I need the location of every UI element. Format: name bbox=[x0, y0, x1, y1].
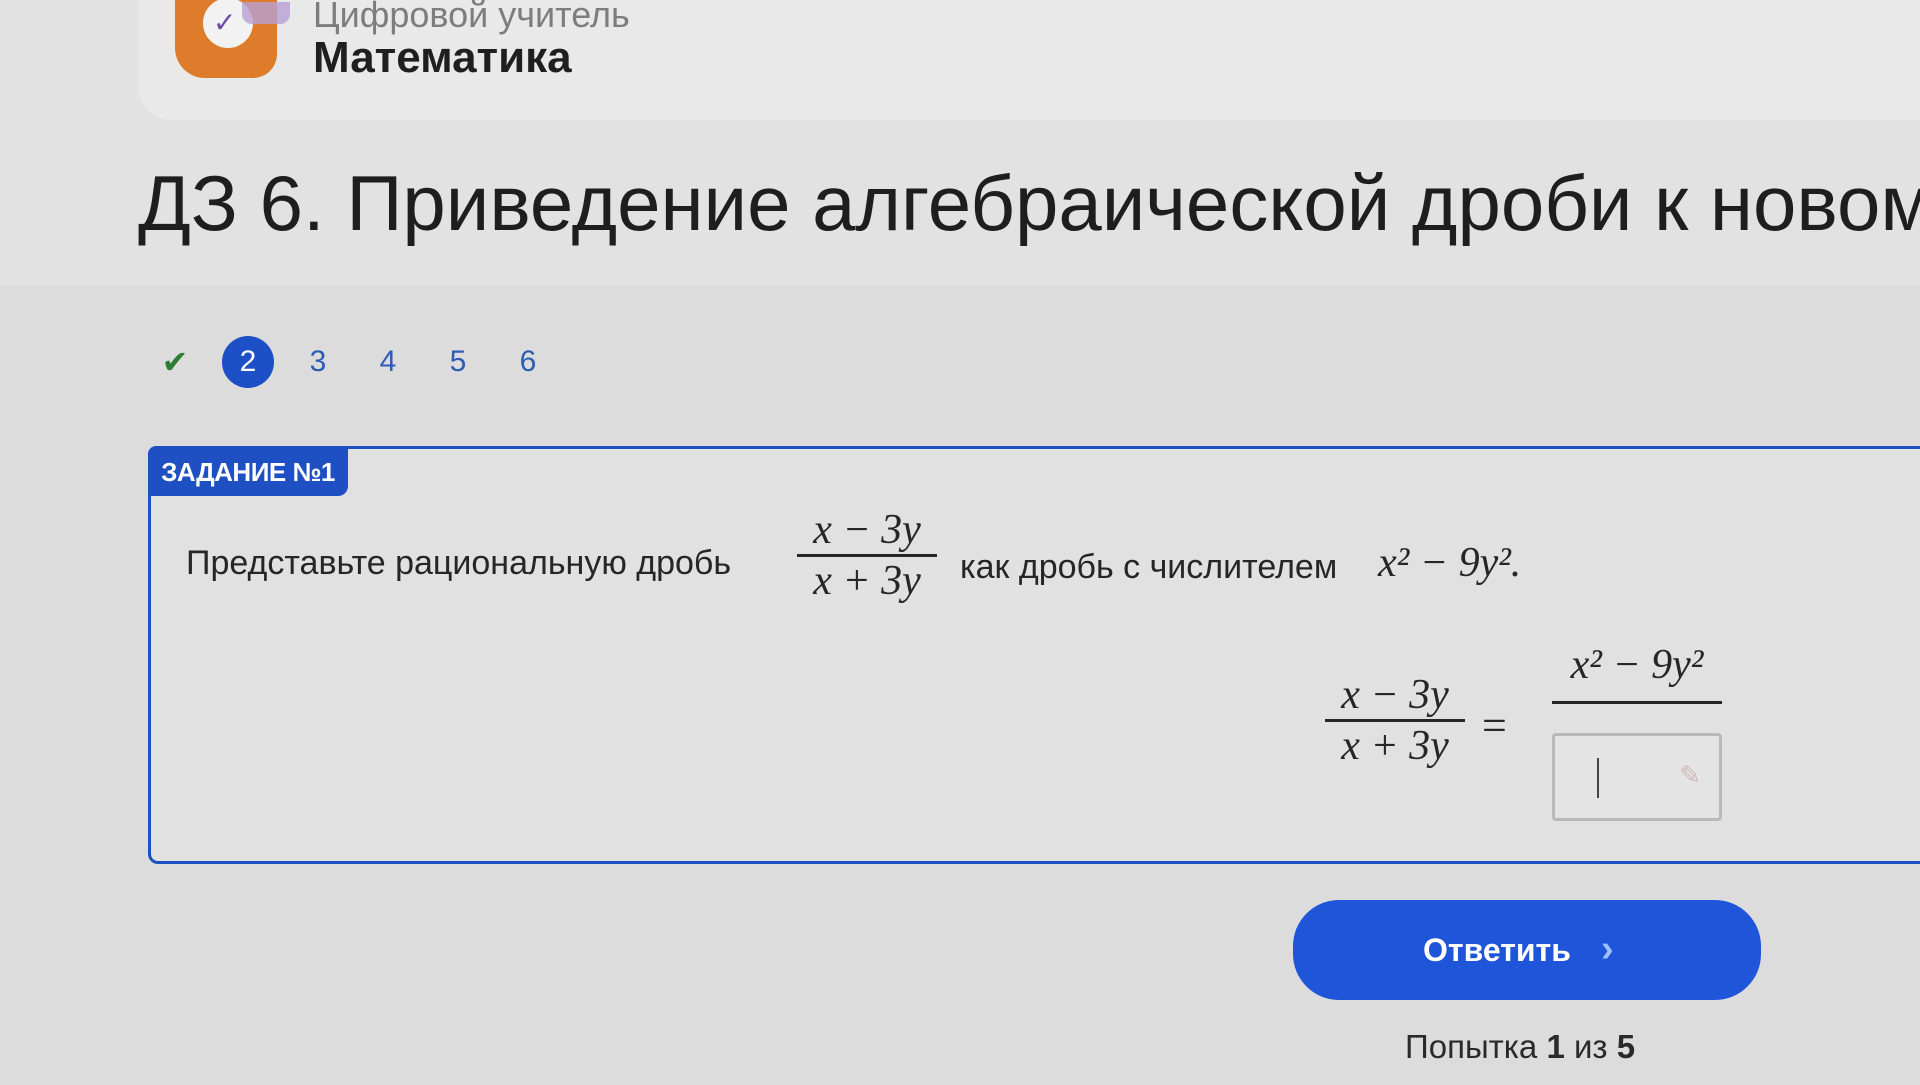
step-completed-check-icon[interactable]: ✔ bbox=[150, 336, 200, 388]
equation-right-numerator: x² − 9y² bbox=[1570, 642, 1704, 688]
step-3[interactable]: 3 bbox=[292, 336, 344, 388]
equation-left-fraction: x − 3y x + 3y bbox=[1325, 671, 1465, 770]
submit-answer-button[interactable]: Ответить › bbox=[1293, 900, 1761, 1000]
text-caret bbox=[1597, 758, 1599, 798]
step-4[interactable]: 4 bbox=[362, 336, 414, 388]
attempts-prefix: Попытка bbox=[1405, 1028, 1538, 1065]
task-prompt-middle: как дробь с числителем bbox=[960, 548, 1338, 586]
equals-sign: = bbox=[1482, 701, 1507, 750]
target-numerator: x² − 9y². bbox=[1378, 540, 1522, 586]
equation-left-numerator: x − 3y bbox=[1341, 672, 1449, 718]
logo-check-icon: ✓ bbox=[213, 7, 237, 38]
task-fraction-denominator: x + 3y bbox=[813, 558, 921, 604]
page-title: ДЗ 6. Приведение алгебраической дроби к … bbox=[138, 159, 1920, 247]
input-formula-icon[interactable]: ✎ bbox=[1679, 760, 1701, 791]
equation-right-fraction: x² − 9y² bbox=[1552, 641, 1722, 704]
attempts-counter: Попытка 1 из 5 bbox=[1405, 1028, 1635, 1066]
task-fraction: x − 3y x + 3y bbox=[797, 506, 937, 605]
logo-decoration-icon bbox=[242, 2, 290, 24]
step-5[interactable]: 5 bbox=[432, 336, 484, 388]
equation-left-denominator: x + 3y bbox=[1341, 723, 1449, 769]
task-prompt-start: Представьте рациональную дробь bbox=[186, 544, 732, 582]
attempts-separator: из bbox=[1574, 1028, 1608, 1065]
fraction-bar bbox=[1552, 701, 1722, 704]
attempts-total: 5 bbox=[1616, 1028, 1636, 1065]
chevron-right-icon: › bbox=[1601, 928, 1614, 970]
task-tag: ЗАДАНИЕ №1 bbox=[148, 446, 348, 496]
task-fraction-numerator: x − 3y bbox=[813, 507, 921, 553]
step-6[interactable]: 6 bbox=[502, 336, 554, 388]
subject-title: Математика bbox=[313, 33, 572, 82]
step-2[interactable]: 2 bbox=[222, 336, 274, 388]
submit-button-label: Ответить bbox=[1423, 932, 1571, 968]
brand-name: Цифровой учитель bbox=[313, 0, 630, 35]
denominator-input[interactable]: ✎ bbox=[1552, 733, 1722, 821]
attempts-current: 1 bbox=[1546, 1028, 1565, 1065]
task-stepper: ✔ 2 3 4 5 6 bbox=[150, 336, 650, 388]
